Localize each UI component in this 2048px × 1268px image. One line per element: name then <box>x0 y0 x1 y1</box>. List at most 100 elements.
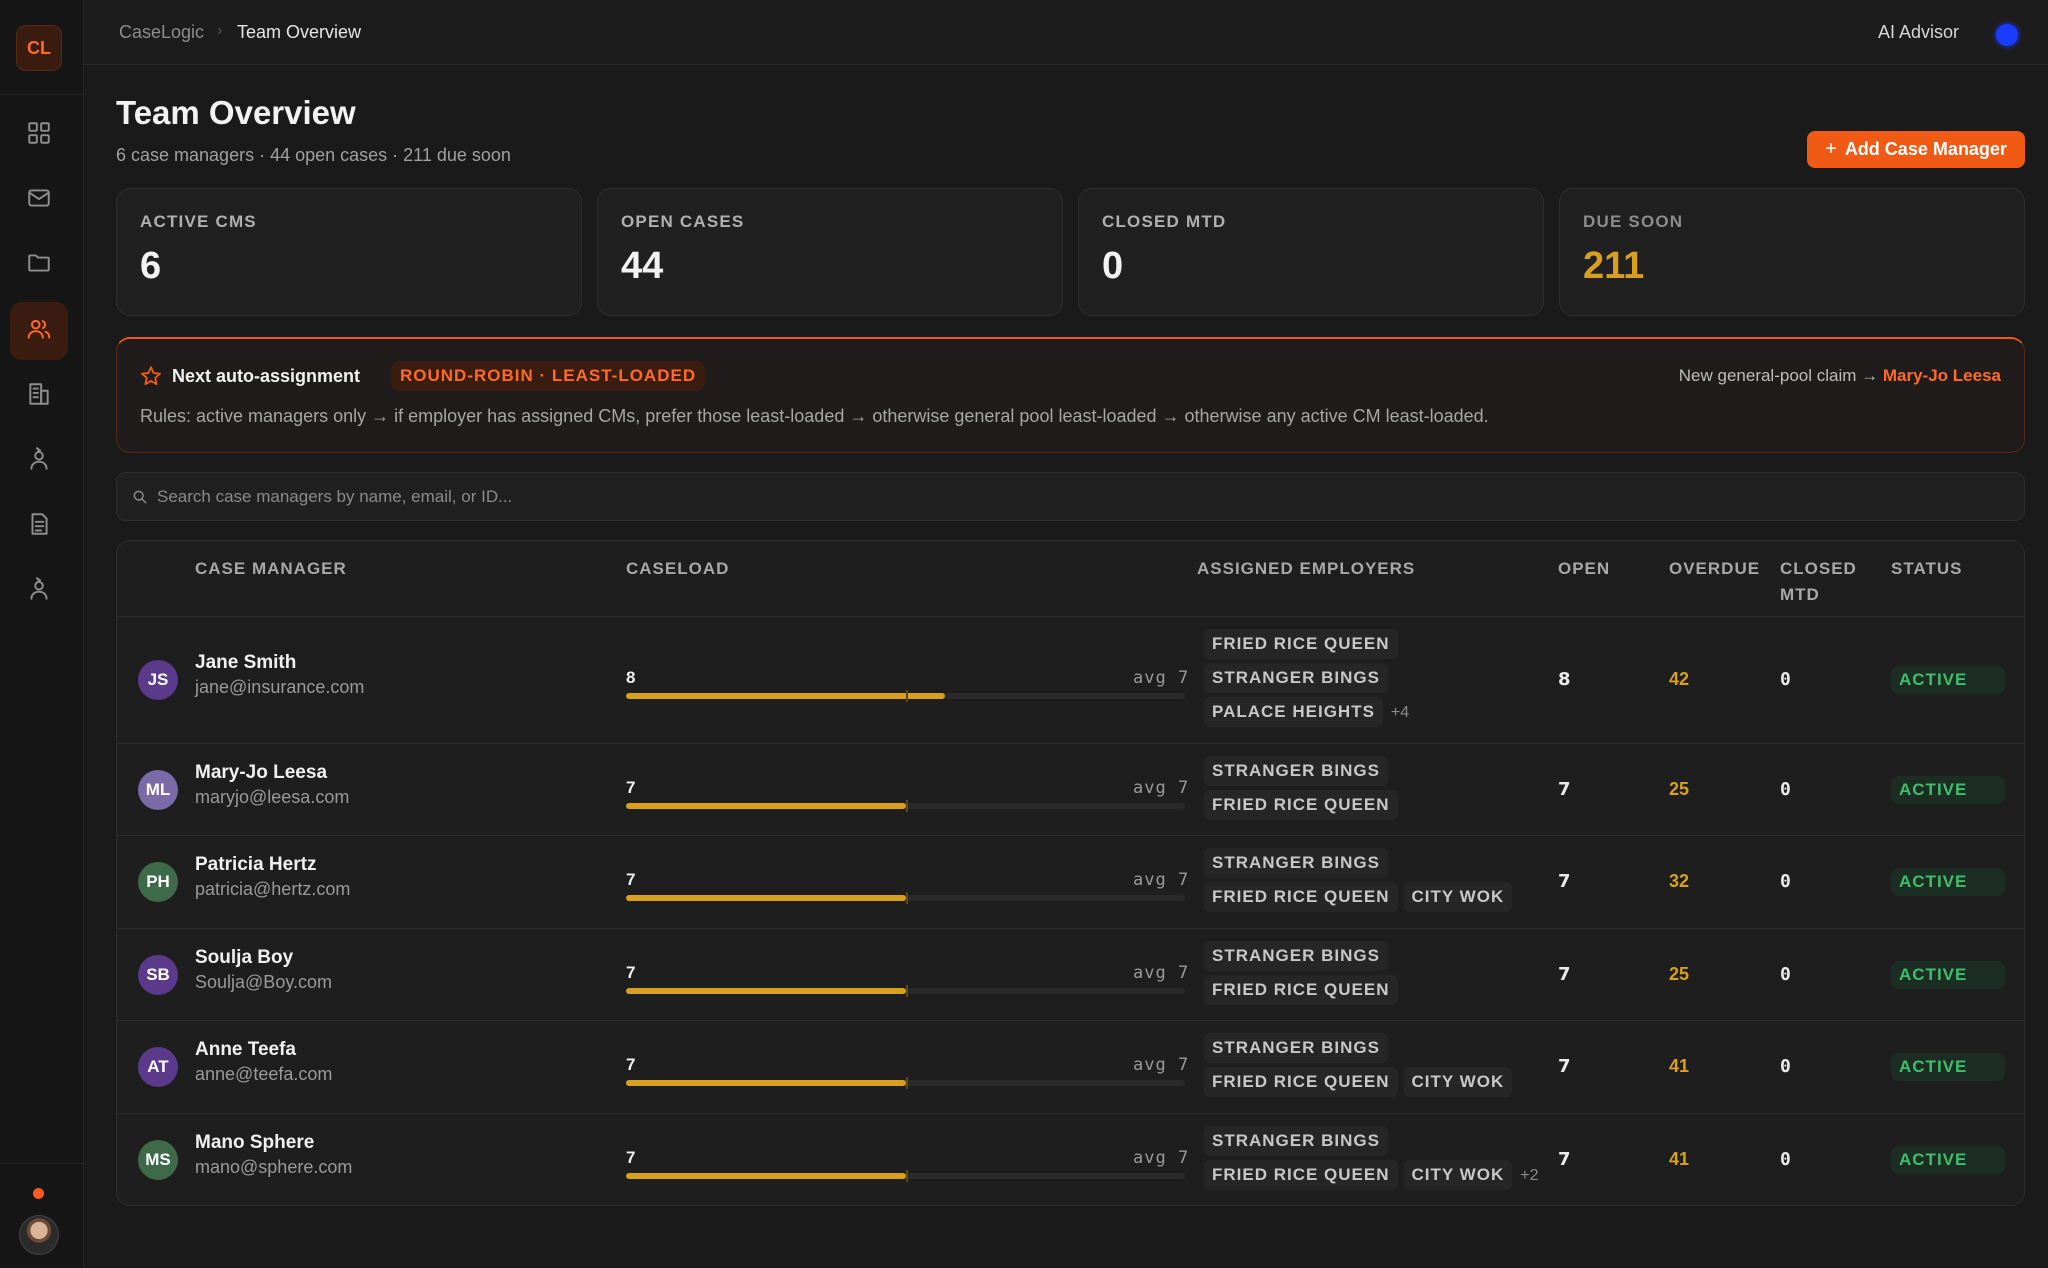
stat-card-active-cms: ACTIVE CMS 6 <box>116 188 582 316</box>
caseload-average: avg 7 <box>1133 870 1190 890</box>
grid-icon <box>26 120 52 151</box>
employer-tag[interactable]: STRANGER BINGS <box>1204 1033 1388 1063</box>
table-row[interactable]: SB Soulja Boy Soulja@Boy.com 7 avg 7 STR… <box>117 929 2024 1021</box>
case-manager-name[interactable]: Mano Sphere <box>195 1132 314 1154</box>
table-row[interactable]: PH Patricia Hertz patricia@hertz.com 7 a… <box>117 836 2024 929</box>
case-manager-name[interactable]: Mary-Jo Leesa <box>195 762 327 784</box>
caseload-count: 8 <box>626 668 636 687</box>
employer-tag-line: PALACE HEIGHTS +4 <box>1204 697 1544 731</box>
caseload-average: avg 7 <box>1133 1055 1190 1075</box>
employer-tag[interactable]: CITY WOK <box>1403 1067 1513 1097</box>
column-header-employers[interactable]: ASSIGNED EMPLOYERS <box>1197 556 1415 582</box>
page-title: Team Overview <box>116 94 356 131</box>
breadcrumb-root[interactable]: CaseLogic <box>119 22 204 43</box>
overdue-count: 25 <box>1669 779 1690 799</box>
banner-title: Next auto-assignment <box>172 366 361 386</box>
ai-advisor-button[interactable]: AI Advisor <box>1878 22 1959 43</box>
add-case-manager-label: Add Case Manager <box>1844 139 2007 159</box>
column-header-closed-mtd[interactable]: CLOSED MTD <box>1780 556 1857 608</box>
case-manager-name[interactable]: Jane Smith <box>195 652 296 674</box>
case-manager-name[interactable]: Soulja Boy <box>195 947 293 969</box>
nav-employers[interactable] <box>10 367 68 425</box>
avatar: ML <box>138 770 178 810</box>
case-manager-name[interactable]: Patricia Hertz <box>195 854 316 876</box>
nav-cases[interactable] <box>10 236 68 294</box>
employer-tag-line: FRIED RICE QUEEN CITY WOK +2 <box>1204 1160 1544 1194</box>
employer-tag[interactable]: STRANGER BINGS <box>1204 663 1388 693</box>
caseload-bar <box>626 800 1185 812</box>
assigned-employers: STRANGER BINGS FRIED RICE QUEEN <box>1204 941 1544 1009</box>
employer-tag[interactable]: STRANGER BINGS <box>1204 941 1388 971</box>
stat-card-due-soon: DUE SOON 211 <box>1559 188 2025 316</box>
more-employers-count[interactable]: +2 <box>1520 1167 1538 1185</box>
caseload-bar <box>626 1077 1185 1089</box>
avatar: MS <box>138 1140 178 1180</box>
case-manager-email: mano@sphere.com <box>195 1157 353 1177</box>
employer-tag[interactable]: FRIED RICE QUEEN <box>1204 975 1398 1005</box>
stat-value: 0 <box>1102 245 1124 287</box>
table-row[interactable]: ML Mary-Jo Leesa maryjo@leesa.com 7 avg … <box>117 744 2024 836</box>
caseload-average-marker <box>905 892 908 904</box>
nav-team[interactable] <box>10 302 68 360</box>
table-row[interactable]: AT Anne Teefa anne@teefa.com 7 avg 7 STR… <box>117 1021 2024 1114</box>
employer-tag[interactable]: STRANGER BINGS <box>1204 756 1388 786</box>
caseload-count: 7 <box>626 963 636 982</box>
overdue-count: 32 <box>1669 871 1690 891</box>
table-row[interactable]: JS Jane Smith jane@insurance.com 8 avg 7… <box>117 617 2024 744</box>
table-row[interactable]: MS Mano Sphere mano@sphere.com 7 avg 7 S… <box>117 1114 2024 1205</box>
open-count: 7 <box>1558 1056 1571 1077</box>
assigned-employers: STRANGER BINGS FRIED RICE QUEEN <box>1204 756 1544 824</box>
status-badge: ACTIVE <box>1891 868 2005 896</box>
status-badge: ACTIVE <box>1891 666 2005 694</box>
employer-tag[interactable]: STRANGER BINGS <box>1204 848 1388 878</box>
app-logo[interactable]: CL <box>16 25 62 71</box>
nav-claimants[interactable] <box>10 432 68 490</box>
employer-tag[interactable]: CITY WOK <box>1403 882 1513 912</box>
assigned-employers: STRANGER BINGS FRIED RICE QUEEN CITY WOK <box>1204 1033 1544 1101</box>
caseload-average: avg 7 <box>1133 1148 1190 1168</box>
employer-tag[interactable]: FRIED RICE QUEEN <box>1204 1067 1398 1097</box>
case-manager-email: patricia@hertz.com <box>195 879 351 899</box>
document-icon <box>26 511 52 542</box>
employer-tag[interactable]: STRANGER BINGS <box>1204 1126 1388 1156</box>
ai-status-icon[interactable] <box>1996 24 2018 46</box>
column-header-open[interactable]: OPEN <box>1558 556 1610 582</box>
employer-tag-line: FRIED RICE QUEEN <box>1204 790 1544 824</box>
open-count: 7 <box>1558 779 1571 800</box>
next-claim-info: New general-pool claim → Mary-Jo Leesa <box>1679 366 2001 386</box>
search-bar <box>116 472 2025 521</box>
nav-profile[interactable] <box>10 562 68 620</box>
caseload-bar <box>626 1170 1185 1182</box>
employer-tag[interactable]: FRIED RICE QUEEN <box>1204 629 1398 659</box>
column-header-case-manager[interactable]: CASE MANAGER <box>195 556 347 582</box>
column-header-status[interactable]: STATUS <box>1891 556 1962 582</box>
user-avatar[interactable] <box>19 1215 59 1255</box>
caseload-bar <box>626 690 1185 702</box>
employer-tag[interactable]: FRIED RICE QUEEN <box>1204 790 1398 820</box>
open-count: 7 <box>1558 1149 1571 1170</box>
column-header-caseload[interactable]: CASELOAD <box>626 556 729 582</box>
sidebar-divider <box>0 1163 84 1164</box>
case-manager-name[interactable]: Anne Teefa <box>195 1039 296 1061</box>
next-assignee-name[interactable]: Mary-Jo Leesa <box>1883 366 2001 385</box>
employer-tag-line: STRANGER BINGS <box>1204 941 1544 975</box>
caseload-bar-fill <box>626 988 906 994</box>
stat-label: DUE SOON <box>1583 212 1684 231</box>
employer-tag[interactable]: FRIED RICE QUEEN <box>1204 1160 1398 1190</box>
stat-value: 6 <box>140 245 162 287</box>
nav-documents[interactable] <box>10 497 68 555</box>
column-header-closed-line2: MTD <box>1780 585 1820 604</box>
plus-icon: + <box>1825 138 1837 160</box>
closed-mtd-count: 0 <box>1780 779 1791 800</box>
add-case-manager-button[interactable]: + Add Case Manager <box>1807 131 2025 168</box>
stat-label: OPEN CASES <box>621 212 745 231</box>
employer-tag[interactable]: CITY WOK <box>1403 1160 1513 1190</box>
nav-inbox[interactable] <box>10 171 68 229</box>
employer-tag[interactable]: PALACE HEIGHTS <box>1204 697 1383 727</box>
search-input[interactable] <box>157 473 2007 520</box>
overdue-count: 25 <box>1669 964 1690 984</box>
employer-tag[interactable]: FRIED RICE QUEEN <box>1204 882 1398 912</box>
more-employers-count[interactable]: +4 <box>1391 704 1409 722</box>
nav-dashboard[interactable] <box>10 106 68 164</box>
column-header-overdue[interactable]: OVERDUE <box>1669 556 1760 582</box>
